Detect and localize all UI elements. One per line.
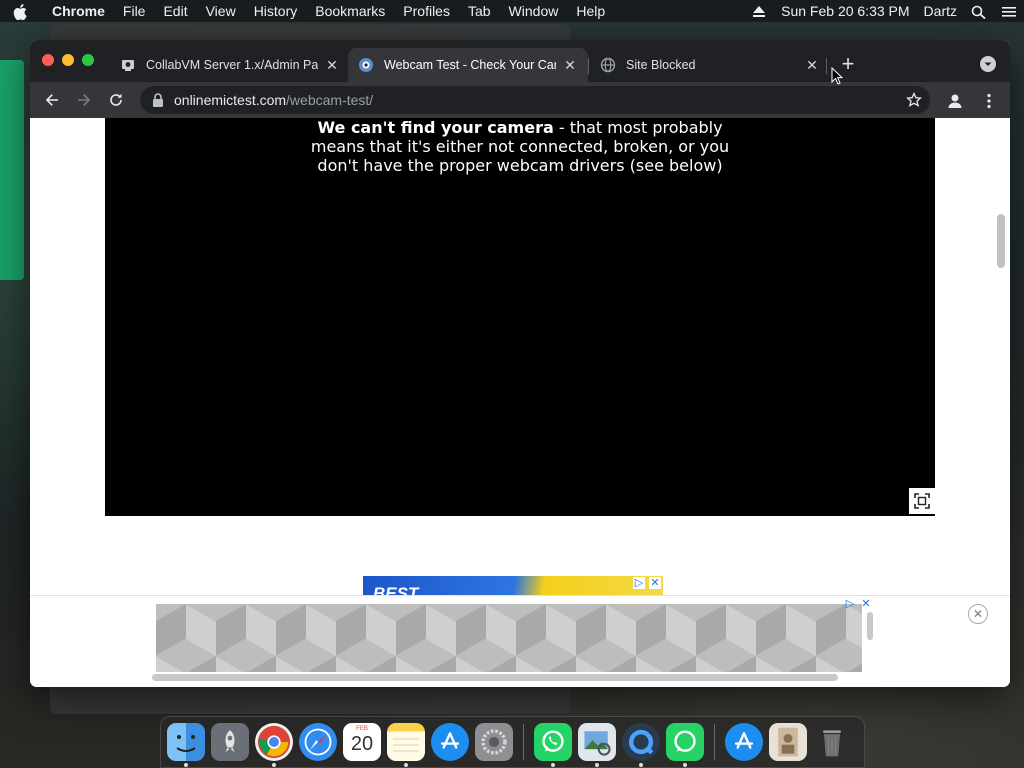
calendar-day: 20 <box>350 733 374 755</box>
menu-file[interactable]: File <box>114 0 155 22</box>
close-ad-icon[interactable]: ✕ <box>860 598 872 610</box>
app-store-icon[interactable] <box>725 723 763 761</box>
dock: FEB 20 <box>160 716 865 768</box>
globe-icon <box>600 57 616 73</box>
adchoices-icon[interactable]: ▷ <box>844 598 856 610</box>
fullscreen-button[interactable] <box>909 488 935 514</box>
horizontal-scrollbar[interactable] <box>152 674 838 681</box>
collabvm-icon <box>122 60 134 71</box>
url-host: onlinemictest.com <box>174 92 287 108</box>
dock-separator <box>714 724 715 760</box>
trash-icon[interactable] <box>813 723 851 761</box>
reload-icon <box>110 93 122 106</box>
profile-icon[interactable] <box>946 92 964 110</box>
notes-icon[interactable] <box>387 723 425 767</box>
chrome-window: CollabVM Server 1.x/Admin Panel ✕ Webcam… <box>30 40 1010 687</box>
adchoices-icon[interactable]: ▷ <box>633 577 645 589</box>
menu-bar: Chrome File Edit View History Bookmarks … <box>0 0 1024 22</box>
webcam-site-icon <box>359 58 373 72</box>
zoom-window-button[interactable] <box>82 54 94 66</box>
menu-edit[interactable]: Edit <box>154 0 196 22</box>
menu-tab[interactable]: Tab <box>459 0 500 22</box>
forward-button[interactable] <box>70 86 98 114</box>
page-content: We can't find your camera - that most pr… <box>30 118 1010 687</box>
close-tab-icon[interactable]: ✕ <box>562 57 578 73</box>
window-controls <box>42 54 94 66</box>
chrome-menu-icon[interactable] <box>980 92 998 110</box>
chrome-icon[interactable] <box>255 723 293 767</box>
vertical-scrollbar[interactable] <box>997 214 1005 268</box>
close-tab-icon[interactable]: ✕ <box>804 57 820 73</box>
reload-button[interactable] <box>102 86 130 114</box>
menu-user[interactable]: Dartz <box>917 0 964 22</box>
tab-strip: CollabVM Server 1.x/Admin Panel ✕ Webcam… <box>30 40 1010 82</box>
whatsapp-icon[interactable] <box>534 723 572 767</box>
ad-image[interactable] <box>156 604 862 672</box>
document-icon[interactable] <box>769 723 807 761</box>
finder-icon[interactable] <box>167 723 205 767</box>
address-bar[interactable]: onlinemictest.com/webcam-test/ <box>140 86 930 114</box>
tab-separator <box>826 58 827 74</box>
close-tab-icon[interactable]: ✕ <box>324 57 340 73</box>
preview-icon[interactable] <box>578 723 616 767</box>
spotlight-search-icon[interactable] <box>964 0 994 22</box>
tab-separator <box>588 58 589 74</box>
background-window-green <box>0 60 24 280</box>
control-center-icon[interactable] <box>994 0 1024 22</box>
launchpad-icon[interactable] <box>211 723 249 761</box>
menu-app-name[interactable]: Chrome <box>40 0 114 22</box>
apple-menu-icon[interactable] <box>0 2 40 20</box>
tab-collabvm[interactable]: CollabVM Server 1.x/Admin Panel ✕ <box>110 48 350 82</box>
browser-toolbar: onlinemictest.com/webcam-test/ <box>30 82 1010 118</box>
menu-clock[interactable]: Sun Feb 20 6:33 PM <box>774 0 916 22</box>
safari-icon[interactable] <box>299 723 337 761</box>
close-ad-icon[interactable]: ✕ <box>649 577 661 589</box>
close-sticky-ad-button[interactable]: ✕ <box>968 604 988 624</box>
whatsapp-icon[interactable] <box>666 723 704 767</box>
menu-profiles[interactable]: Profiles <box>394 0 459 22</box>
calendar-month: FEB <box>356 726 368 732</box>
quicktime-icon[interactable] <box>622 723 660 767</box>
tab-title: Site Blocked <box>626 58 696 72</box>
camera-error-bold: We can't find your camera <box>317 118 554 137</box>
back-arrow-icon <box>45 94 58 106</box>
mouse-cursor-icon <box>831 67 843 85</box>
dock-separator <box>523 724 524 760</box>
calendar-icon[interactable]: FEB 20 <box>343 723 381 761</box>
minimize-window-button[interactable] <box>62 54 74 66</box>
fullscreen-icon <box>914 493 930 509</box>
back-button[interactable] <box>38 86 66 114</box>
close-window-button[interactable] <box>42 54 54 66</box>
menu-window[interactable]: Window <box>500 0 568 22</box>
menu-view[interactable]: View <box>197 0 245 22</box>
tab-webcam-test[interactable]: Webcam Test - Check Your Camera ✕ <box>348 48 588 82</box>
tab-title: CollabVM Server 1.x/Admin Panel <box>146 58 318 72</box>
webcam-preview: We can't find your camera - that most pr… <box>105 118 935 516</box>
eject-icon[interactable] <box>744 0 774 22</box>
tab-search-icon[interactable] <box>980 56 996 72</box>
sticky-ad-footer: ▷ ✕ ✕ <box>30 595 1010 687</box>
camera-error-message: We can't find your camera - that most pr… <box>305 118 735 175</box>
bookmark-star-icon[interactable] <box>906 92 922 108</box>
menu-history[interactable]: History <box>245 0 307 22</box>
ad-scrollbar[interactable] <box>867 612 873 640</box>
tab-site-blocked[interactable]: Site Blocked ✕ <box>590 48 830 82</box>
menu-help[interactable]: Help <box>567 0 614 22</box>
menu-bookmarks[interactable]: Bookmarks <box>306 0 394 22</box>
lock-icon[interactable] <box>152 93 164 107</box>
system-preferences-icon[interactable] <box>475 723 513 761</box>
url-path: /webcam-test/ <box>286 92 374 108</box>
tab-title: Webcam Test - Check Your Camera <box>384 58 556 72</box>
forward-arrow-icon <box>78 94 91 106</box>
app-store-icon[interactable] <box>431 723 469 761</box>
